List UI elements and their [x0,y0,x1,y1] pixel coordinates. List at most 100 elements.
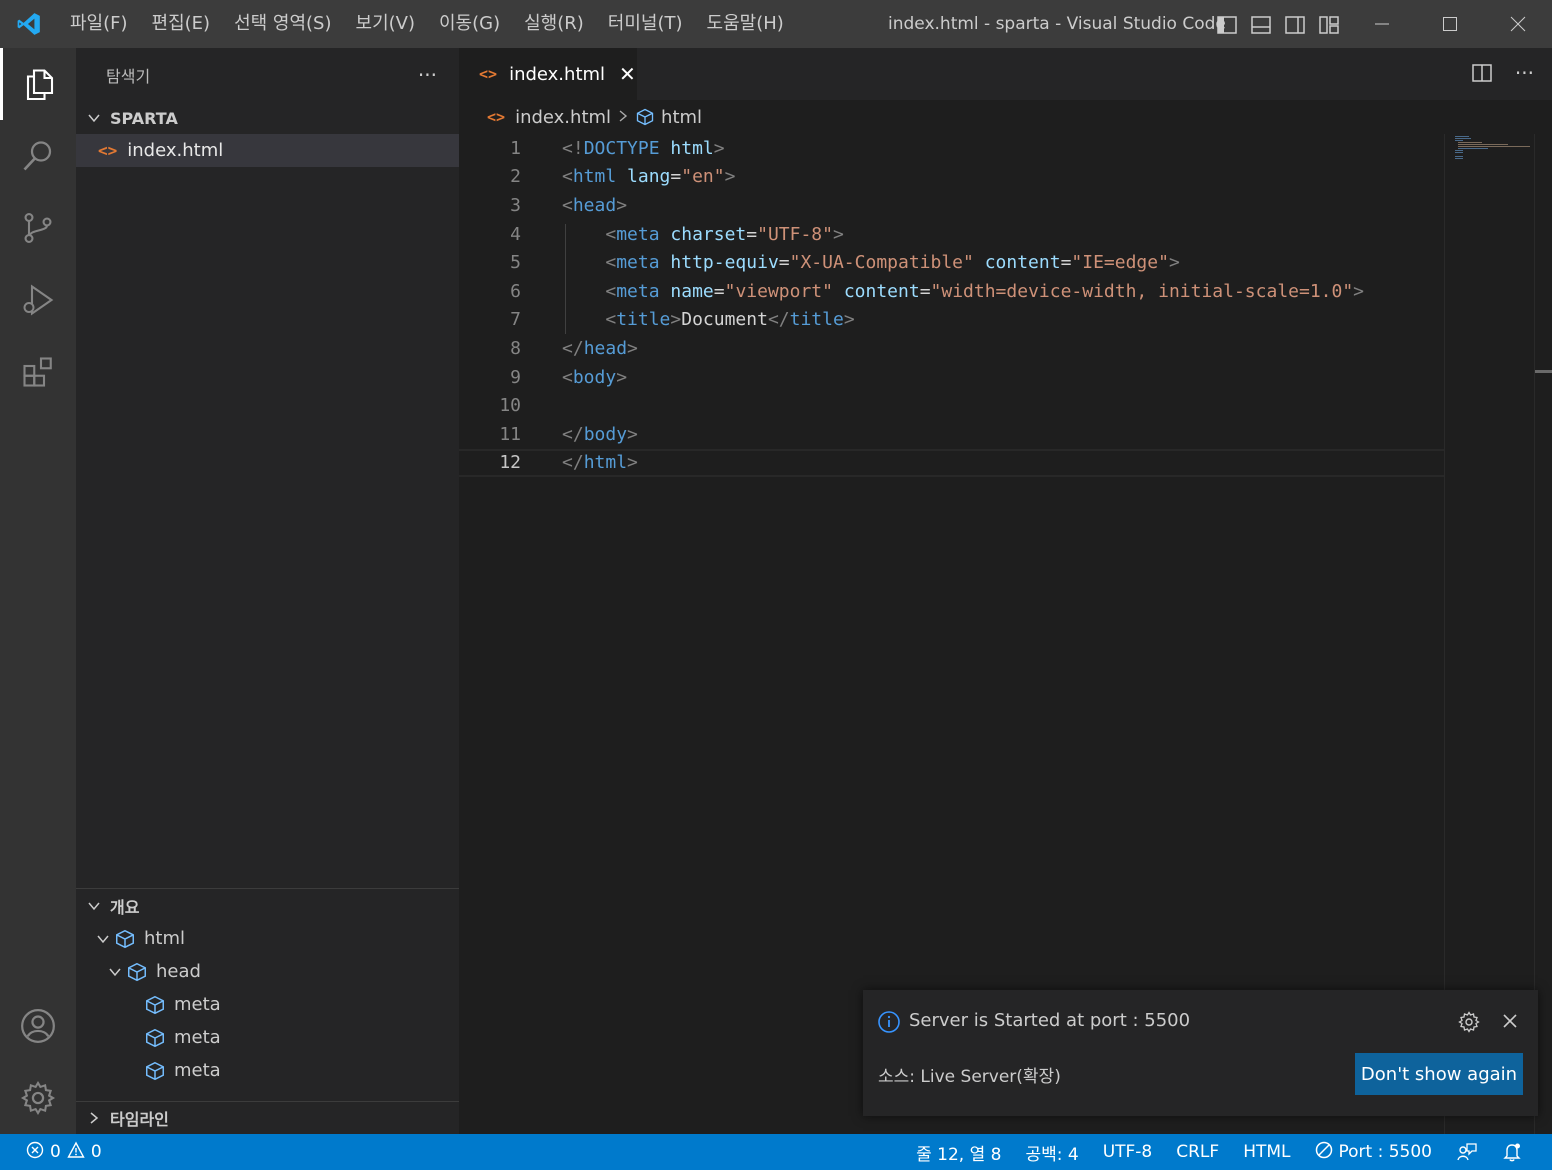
maximize-button[interactable] [1416,0,1484,48]
tab-index-html[interactable]: <> index.html ✕ [459,48,637,100]
indent-guide [565,224,566,334]
code-line[interactable]: 4 <meta charset="UTF-8"> [459,220,1444,249]
more-actions-icon[interactable]: ··· [418,63,437,87]
explorer-title: 탐색기 [106,67,151,86]
code-line[interactable]: 1 <!DOCTYPE html> [459,134,1444,163]
symbol-field-icon [635,107,655,127]
outline-label: meta [174,1060,221,1081]
code-line[interactable]: 8 </head> [459,334,1444,363]
code-line[interactable]: 7 <title>Document</title> [459,306,1444,335]
code-line[interactable]: 5 <meta http-equiv="X-UA-Compatible" con… [459,248,1444,277]
code-line[interactable]: 12 </html> [459,448,1444,478]
outline-item[interactable]: meta [76,988,459,1021]
code-line[interactable]: 6 <meta name="viewport" content="width=d… [459,277,1444,306]
menu-edit[interactable]: 편집(E) [140,0,223,48]
toggle-secondary-sidebar-icon[interactable] [1284,14,1306,36]
notification-source: 소스: Live Server(확장) [878,1067,1061,1087]
cursor-position[interactable]: 줄 12, 열 8 [904,1140,1013,1165]
code-text: <html lang="en"> [562,166,736,188]
search-icon[interactable] [0,120,76,192]
dont-show-again-button[interactable]: Don't show again [1355,1053,1523,1095]
symbol-field-icon [126,961,148,983]
menu-selection[interactable]: 선택 영역(S) [222,0,343,48]
menu-help[interactable]: 도움말(H) [695,0,796,48]
code-text: </head> [562,337,638,359]
extensions-icon[interactable] [0,336,76,408]
code-text: <body> [562,366,628,388]
minimize-button[interactable] [1348,0,1416,48]
menu-run[interactable]: 실행(R) [512,0,596,48]
live-server-port[interactable]: Port : 5500 [1303,1141,1445,1164]
encoding[interactable]: UTF-8 [1091,1142,1165,1162]
toggle-panel-icon[interactable] [1250,14,1272,36]
source-control-icon[interactable] [0,192,76,264]
timeline-panel: 타임라인 [76,1101,459,1134]
status-bar: 0 0 줄 12, 열 8 공백: 4 UTF-8 CRLF HTML Port… [0,1134,1552,1170]
info-icon [877,1010,901,1034]
minimap[interactable] [1444,134,1534,1134]
outline-header[interactable]: 개요 [76,890,459,922]
notifications-bell-icon[interactable] [1490,1142,1534,1162]
file-item-index-html[interactable]: <> index.html [76,134,459,167]
error-count: 0 [50,1142,61,1162]
menu-terminal[interactable]: 터미널(T) [596,0,695,48]
more-actions-icon[interactable]: ··· [1515,62,1534,89]
outline-item[interactable]: head [76,955,459,988]
folder-header[interactable]: SPARTA [76,102,459,134]
breadcrumb-file[interactable]: index.html [515,107,611,128]
close-window-button[interactable] [1484,0,1552,48]
symbol-field-icon [144,994,166,1016]
outline-item[interactable]: meta [76,1021,459,1054]
line-number: 11 [499,423,521,445]
breadcrumb-symbol[interactable]: html [661,107,702,128]
vertical-scrollbar[interactable] [1534,134,1552,1134]
code-line[interactable]: 9 <body> [459,363,1444,392]
tab-label: index.html [509,63,606,85]
menu-file[interactable]: 파일(F) [58,0,140,48]
outline-item[interactable]: html [76,922,459,955]
indentation[interactable]: 공백: 4 [1013,1140,1090,1165]
html-file-icon: <> [479,65,498,83]
account-icon[interactable] [0,990,76,1062]
code-editor[interactable]: 1 <!DOCTYPE html> 2 <html lang="en"> 3 <head>… [459,134,1444,1134]
breadcrumb: <> index.html html [459,100,1444,134]
line-number: 4 [510,223,521,245]
feedback-icon[interactable] [1444,1142,1490,1162]
code-text: <title>Document</title> [605,309,855,331]
chevron-down-icon [104,965,126,979]
line-number: 2 [510,166,521,188]
window-controls [1348,0,1552,48]
customize-layout-icon[interactable] [1318,14,1340,36]
run-debug-icon[interactable] [0,264,76,336]
problems-indicator[interactable]: 0 0 [26,1134,102,1170]
toggle-primary-sidebar-icon[interactable] [1216,14,1238,36]
language-mode[interactable]: HTML [1231,1142,1302,1162]
outline-label: meta [174,1027,221,1048]
end-of-line[interactable]: CRLF [1164,1142,1231,1162]
code-line[interactable]: 3 <head> [459,191,1444,220]
html-file-icon: <> [98,141,118,160]
close-tab-icon[interactable]: ✕ [619,62,636,86]
code-line[interactable]: 11 </body> [459,420,1444,449]
close-icon[interactable] [1499,1010,1521,1037]
error-icon [26,1141,44,1164]
split-editor-icon[interactable] [1471,62,1493,89]
timeline-header[interactable]: 타임라인 [76,1102,459,1134]
line-number: 5 [510,252,521,274]
menu-go[interactable]: 이동(G) [427,0,512,48]
menu-view[interactable]: 보기(V) [344,0,427,48]
code-text: <meta name="viewport" content="width=dev… [605,280,1365,302]
outline-panel: 개요 html head meta meta meta [76,888,459,1087]
line-number: 8 [510,337,521,359]
outline-item[interactable]: meta [76,1054,459,1087]
outline-title: 개요 [110,898,140,917]
explorer-icon[interactable] [0,48,76,120]
vscode-logo-icon [0,0,58,48]
code-line[interactable]: 10 [459,391,1444,420]
chevron-right-icon [82,1111,106,1125]
manage-gear-icon[interactable] [0,1062,76,1134]
layout-controls [1216,14,1340,36]
code-text: </html> [562,452,638,474]
code-line[interactable]: 2 <html lang="en"> [459,163,1444,192]
gear-icon[interactable] [1457,1010,1481,1039]
